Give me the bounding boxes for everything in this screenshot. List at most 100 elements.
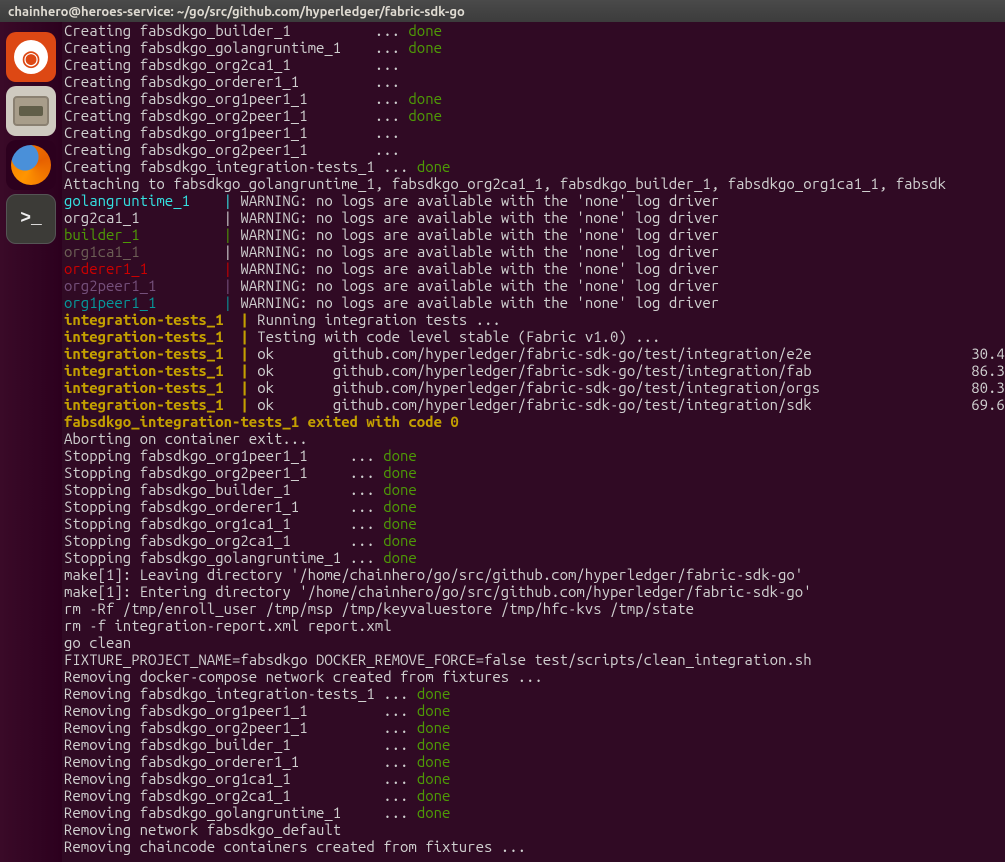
terminal-line: integration-tests_1 | [64, 311, 249, 328]
terminal-line: Removing fabsdkgo_org1ca1_1 ... [64, 770, 417, 787]
terminal-line: org2ca1_1 [64, 209, 224, 226]
terminal-line: Creating fabsdkgo_org2peer1_1 ... [64, 107, 408, 124]
terminal-line: Creating fabsdkgo_org1peer1_1 ... [64, 90, 408, 107]
terminal-line: done [417, 770, 451, 787]
terminal-line: 86.373s [971, 362, 1005, 379]
terminal-line: Removing fabsdkgo_golangruntime_1 ... [64, 804, 417, 821]
terminal-line: done [383, 447, 417, 464]
terminal-line: done [408, 90, 442, 107]
terminal-line: builder_1 [64, 226, 224, 243]
terminal-line: done [383, 549, 417, 566]
terminal-line: Creating fabsdkgo_org1peer1_1 ... [64, 124, 408, 141]
terminal-line: ok github.com/hyperledger/fabric-sdk-go/… [249, 379, 971, 396]
terminal-line: Stopping fabsdkgo_golangruntime_1 ... [64, 549, 383, 566]
terminal-line: integration-tests_1 | [64, 362, 249, 379]
terminal-line: golangruntime_1 [64, 192, 224, 209]
terminal-line: WARNING: no logs are available with the … [232, 209, 719, 226]
terminal-line: 69.680s [971, 396, 1005, 413]
terminal-line: | [224, 294, 232, 311]
terminal-line: FIXTURE_PROJECT_NAME=fabsdkgo DOCKER_REM… [64, 651, 812, 668]
firefox-icon[interactable] [6, 140, 56, 190]
terminal-line: 30.461s [971, 345, 1005, 362]
terminal-line: Removing docker-compose network created … [64, 668, 543, 685]
terminal-line: Stopping fabsdkgo_orderer1_1 ... [64, 498, 383, 515]
unity-launcher [0, 22, 62, 862]
terminal-line: Creating fabsdkgo_golangruntime_1 ... [64, 39, 408, 56]
terminal-line: Removing network fabsdkgo_default [64, 821, 341, 838]
terminal-line: | [224, 260, 232, 277]
terminal-line: | [224, 209, 232, 226]
terminal-line: integration-tests_1 | [64, 396, 249, 413]
terminal-line: WARNING: no logs are available with the … [232, 294, 719, 311]
terminal-line: rm -f integration-report.xml report.xml [64, 617, 392, 634]
terminal-line: Creating fabsdkgo_org2peer1_1 ... [64, 141, 408, 158]
terminal-line: done [383, 498, 417, 515]
files-icon[interactable] [6, 86, 56, 136]
terminal-line: Removing fabsdkgo_orderer1_1 ... [64, 753, 417, 770]
terminal-line: Stopping fabsdkgo_org1peer1_1 ... [64, 447, 383, 464]
terminal-line: done [383, 515, 417, 532]
terminal-line: WARNING: no logs are available with the … [232, 226, 719, 243]
terminal-line: Stopping fabsdkgo_org1ca1_1 ... [64, 515, 383, 532]
terminal-line: | [224, 243, 232, 260]
terminal-line: | [224, 192, 232, 209]
terminal-line: org1peer1_1 [64, 294, 224, 311]
terminal-line: Stopping fabsdkgo_builder_1 ... [64, 481, 383, 498]
terminal-icon[interactable] [6, 194, 56, 244]
terminal-line: go clean [64, 634, 131, 651]
terminal-line: ok github.com/hyperledger/fabric-sdk-go/… [249, 345, 971, 362]
terminal-line: ok github.com/hyperledger/fabric-sdk-go/… [249, 362, 971, 379]
terminal-line: org1ca1_1 [64, 243, 224, 260]
terminal-output[interactable]: Creating fabsdkgo_builder_1 ... done Cre… [62, 22, 1005, 862]
terminal-line: org2peer1_1 [64, 277, 224, 294]
terminal-line: done [383, 532, 417, 549]
terminal-line: done [417, 736, 451, 753]
terminal-line: Creating fabsdkgo_org2ca1_1 ... [64, 56, 408, 73]
terminal-line: Attaching to fabsdkgo_golangruntime_1, f… [64, 175, 946, 192]
terminal-line: Removing fabsdkgo_org2ca1_1 ... [64, 787, 417, 804]
terminal-line: integration-tests_1 | [64, 328, 249, 345]
terminal-line: integration-tests_1 | [64, 345, 249, 362]
terminal-line: Aborting on container exit... [64, 430, 308, 447]
terminal-line: Creating fabsdkgo_builder_1 ... [64, 22, 408, 39]
terminal-line: Removing fabsdkgo_org1peer1_1 ... [64, 702, 417, 719]
terminal-line: done [417, 804, 451, 821]
terminal-line: done [417, 753, 451, 770]
terminal-line: WARNING: no logs are available with the … [232, 192, 719, 209]
terminal-line: 80.301s [971, 379, 1005, 396]
terminal-line: Testing with code level stable (Fabric v… [249, 328, 661, 345]
terminal-line: fabsdkgo_integration-tests_1 exited with… [64, 413, 459, 430]
terminal-line: Removing fabsdkgo_builder_1 ... [64, 736, 417, 753]
terminal-line: done [383, 464, 417, 481]
terminal-line: Removing fabsdkgo_integration-tests_1 ..… [64, 685, 417, 702]
terminal-line: orderer1_1 [64, 260, 224, 277]
terminal-line: done [408, 107, 442, 124]
terminal-line: Running integration tests ... [249, 311, 501, 328]
terminal-line: done [417, 158, 451, 175]
terminal-line: make[1]: Leaving directory '/home/chainh… [64, 566, 803, 583]
terminal-line: done [383, 481, 417, 498]
terminal-line: WARNING: no logs are available with the … [232, 277, 719, 294]
terminal-line: Removing fabsdkgo_org2peer1_1 ... [64, 719, 417, 736]
window-titlebar[interactable]: chainhero@heroes-service: ~/go/src/githu… [0, 0, 1005, 22]
terminal-line: WARNING: no logs are available with the … [232, 260, 719, 277]
terminal-line: WARNING: no logs are available with the … [232, 243, 719, 260]
terminal-line: Stopping fabsdkgo_org2ca1_1 ... [64, 532, 383, 549]
terminal-line: ok github.com/hyperledger/fabric-sdk-go/… [249, 396, 971, 413]
terminal-line: done [417, 719, 451, 736]
terminal-line: done [408, 39, 442, 56]
dash-icon[interactable] [6, 32, 56, 82]
window-title: chainhero@heroes-service: ~/go/src/githu… [8, 5, 465, 19]
terminal-line: Creating fabsdkgo_orderer1_1 ... [64, 73, 408, 90]
terminal-line: Stopping fabsdkgo_org2peer1_1 ... [64, 464, 383, 481]
terminal-line: integration-tests_1 | [64, 379, 249, 396]
terminal-line: rm -Rf /tmp/enroll_user /tmp/msp /tmp/ke… [64, 600, 694, 617]
terminal-line: done [417, 685, 451, 702]
terminal-line: make[1]: Entering directory '/home/chain… [64, 583, 812, 600]
terminal-line: | [224, 277, 232, 294]
terminal-line: Removing chaincode containers created fr… [64, 838, 526, 855]
terminal-line: done [408, 22, 442, 39]
terminal-line: | [224, 226, 232, 243]
terminal-line: done [417, 702, 451, 719]
terminal-line: done [417, 787, 451, 804]
